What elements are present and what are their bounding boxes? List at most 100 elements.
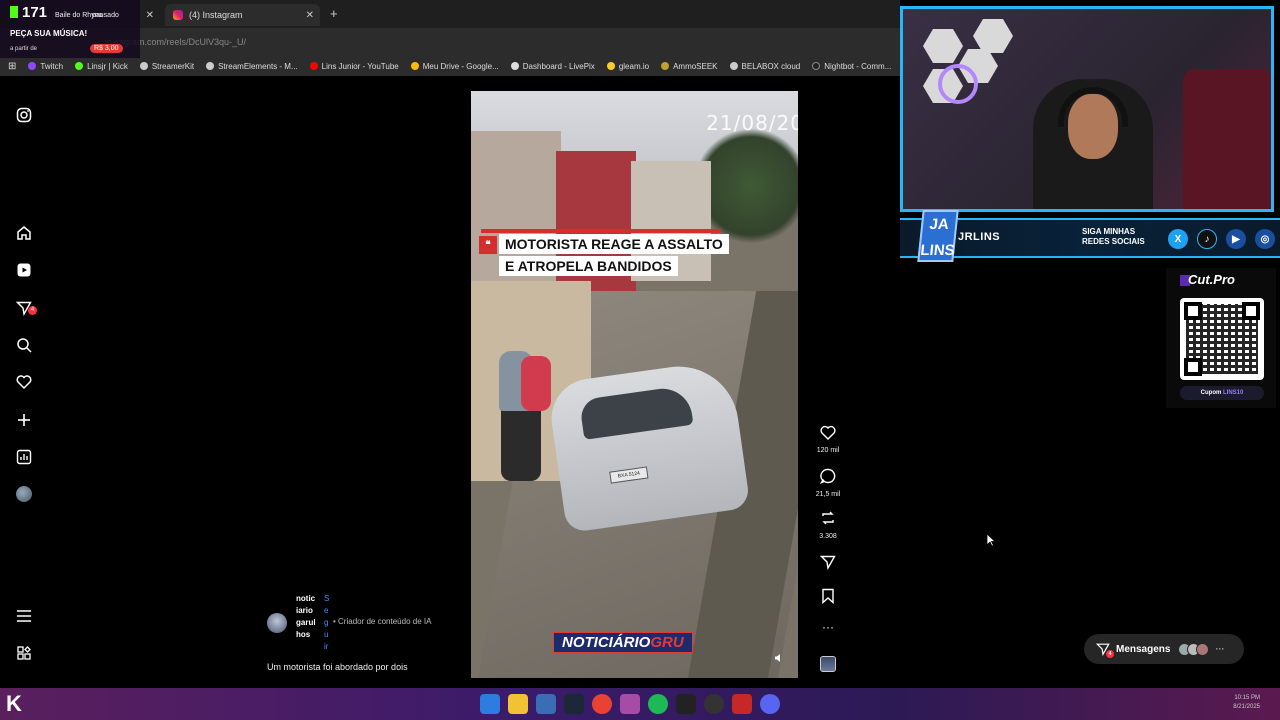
headline-line-2: E ATROPELA BANDIDOS bbox=[499, 256, 678, 276]
ja-lins-logo: JA LINS bbox=[917, 210, 959, 262]
instagram-logo-icon[interactable] bbox=[14, 105, 34, 125]
bookmark-kick[interactable]: Linsjr | Kick bbox=[75, 62, 128, 71]
windows-start-icon[interactable] bbox=[480, 694, 500, 714]
home-icon[interactable] bbox=[14, 223, 34, 243]
share-icon bbox=[819, 555, 836, 571]
close-tab-icon[interactable]: ✕ bbox=[146, 10, 154, 21]
steam-icon[interactable] bbox=[564, 694, 584, 714]
app-icon[interactable] bbox=[732, 694, 752, 714]
repost-icon bbox=[822, 511, 834, 525]
instagram-favicon-icon bbox=[173, 10, 183, 20]
more-icon: ··· bbox=[1215, 644, 1225, 654]
motorcycle bbox=[501, 401, 541, 481]
instagram-sidebar: 4 bbox=[0, 76, 48, 686]
like-count: 120 mil bbox=[816, 447, 840, 454]
insights-icon[interactable] bbox=[14, 447, 34, 467]
instagram-icon: ◎ bbox=[1255, 229, 1275, 249]
viewer-count: 171 bbox=[22, 4, 48, 21]
search-icon[interactable] bbox=[14, 335, 34, 355]
rider-backpack bbox=[521, 356, 551, 411]
follow-button[interactable]: Seguir bbox=[324, 593, 330, 653]
audio-thumbnail[interactable] bbox=[813, 656, 843, 677]
repost-count: 3.308 bbox=[819, 533, 837, 540]
reel-caption[interactable]: Um motorista foi abordado por dois bbox=[267, 662, 408, 672]
comment-count: 21,5 mil bbox=[815, 491, 841, 498]
clock-date: 8/21/2025 bbox=[1233, 704, 1260, 710]
reels-icon[interactable] bbox=[14, 260, 34, 280]
messages-badge: 4 bbox=[1106, 650, 1114, 658]
comment-icon bbox=[819, 468, 836, 484]
bookmark-gleam[interactable]: gleam.io bbox=[606, 62, 649, 71]
messages-badge: 4 bbox=[28, 306, 37, 315]
creator-tag: • Criador de conteúdo de IA bbox=[333, 617, 432, 626]
price-prefix: a partir de bbox=[10, 46, 38, 52]
video-date-stamp: 21/08/20 bbox=[706, 111, 798, 135]
bookmark-streamelements[interactable]: StreamElements - M... bbox=[206, 62, 298, 71]
social-media-banner: JA LINS JRLINS SIGA MINHAS REDES SOCIAIS… bbox=[900, 210, 1280, 262]
bookmark-livepix[interactable]: Dashboard - LivePix bbox=[510, 62, 595, 71]
also-from-meta-icon[interactable] bbox=[14, 643, 34, 663]
save-button[interactable] bbox=[813, 588, 843, 609]
cutpro-sponsor-panel: Cut.Pro Cupom LINS10 bbox=[1166, 268, 1276, 408]
spotify-icon[interactable] bbox=[648, 694, 668, 714]
tiktok-icon: ♪ bbox=[1197, 229, 1217, 249]
mouse-cursor-icon bbox=[986, 533, 997, 552]
bookmark-streamerkit[interactable]: StreamerKit bbox=[139, 62, 194, 71]
author-name[interactable]: noticiariogarulhos bbox=[296, 593, 316, 641]
quote-icon: ❝ bbox=[479, 236, 497, 254]
bookmark-google-drive[interactable]: Meu Drive - Google... bbox=[410, 62, 499, 71]
headline-line-1: MOTORISTA REAGE A ASSALTO bbox=[499, 234, 729, 254]
more-options-icon[interactable]: ··· bbox=[813, 620, 843, 634]
tab-instagram[interactable]: (4) Instagram ✕ bbox=[165, 4, 320, 26]
apps-grid-icon[interactable]: ⊞ bbox=[8, 61, 16, 72]
price-badge: R$ 3,00 bbox=[90, 44, 123, 53]
social-handle: JRLINS bbox=[958, 231, 1001, 243]
close-tab-icon[interactable]: ✕ bbox=[306, 10, 314, 21]
like-button[interactable]: 120 mil bbox=[813, 425, 843, 454]
webcam-feed bbox=[900, 6, 1274, 212]
bookmark-belabox[interactable]: BELABOX cloud bbox=[729, 62, 800, 71]
chrome-icon[interactable] bbox=[592, 694, 612, 714]
app-icon[interactable] bbox=[620, 694, 640, 714]
system-tray-clock[interactable]: 10:15 PM 8/21/2025 bbox=[1233, 694, 1260, 712]
heart-icon[interactable] bbox=[14, 372, 34, 392]
repost-button[interactable]: 3.308 bbox=[813, 510, 843, 540]
share-button[interactable] bbox=[813, 554, 843, 575]
bookmark-nightbot[interactable]: Nightbot - Comm... bbox=[812, 62, 891, 71]
tab-instagram-label: (4) Instagram bbox=[189, 10, 243, 20]
cutpro-title: Cut.Pro bbox=[1188, 272, 1235, 287]
profile-avatar[interactable] bbox=[14, 484, 34, 504]
author-avatar[interactable] bbox=[267, 613, 287, 633]
app-icon[interactable] bbox=[536, 694, 556, 714]
menu-hamburger-icon[interactable] bbox=[14, 606, 34, 626]
file-explorer-icon[interactable] bbox=[508, 694, 528, 714]
messages-icon[interactable]: 4 bbox=[14, 298, 37, 318]
kick-taskbar-logo: K bbox=[6, 691, 22, 716]
obs-icon[interactable] bbox=[704, 694, 724, 714]
song-request-overlay: 171 Baile do Rhyno pausado PEÇA SUA MÚSI… bbox=[0, 0, 140, 58]
create-plus-icon[interactable] bbox=[14, 410, 34, 430]
bookmark-youtube[interactable]: Lins Junior - YouTube bbox=[309, 62, 399, 71]
reel-headline: ❝ MOTORISTA REAGE A ASSALTO E ATROPELA B… bbox=[479, 234, 729, 278]
messages-label: Mensagens bbox=[1116, 643, 1171, 655]
follow-cta: SIGA MINHAS REDES SOCIAIS bbox=[1082, 227, 1145, 246]
bookmark-ammoseek[interactable]: AmmoSEEK bbox=[661, 62, 718, 71]
new-tab-icon[interactable]: + bbox=[330, 6, 338, 21]
terminal-icon[interactable] bbox=[676, 694, 696, 714]
messages-avatars bbox=[1178, 642, 1210, 656]
bookmark-icon bbox=[822, 588, 834, 605]
heart-icon bbox=[820, 425, 836, 440]
comment-button[interactable]: 21,5 mil bbox=[813, 468, 843, 498]
reel-video[interactable]: BXA 5124 21/08/20 ❝ MOTORISTA REAGE A AS… bbox=[471, 91, 798, 678]
coupon-badge: Cupom LINS10 bbox=[1180, 386, 1264, 400]
messages-button[interactable]: 4 Mensagens ··· bbox=[1084, 634, 1244, 664]
qr-code bbox=[1180, 298, 1264, 380]
screen: ✕ (4) Instagram ✕ + instagram.com/reels/… bbox=[0, 0, 1280, 720]
silver-car: BXA 5124 bbox=[546, 358, 751, 534]
speaker-mute-icon[interactable] bbox=[774, 650, 788, 664]
youtube-icon: ▶ bbox=[1226, 229, 1246, 249]
discord-icon[interactable] bbox=[760, 694, 780, 714]
clock-time: 10:15 PM bbox=[1234, 695, 1260, 701]
x-twitter-icon: X bbox=[1168, 229, 1188, 249]
bookmark-twitch[interactable]: Twitch bbox=[28, 62, 63, 71]
